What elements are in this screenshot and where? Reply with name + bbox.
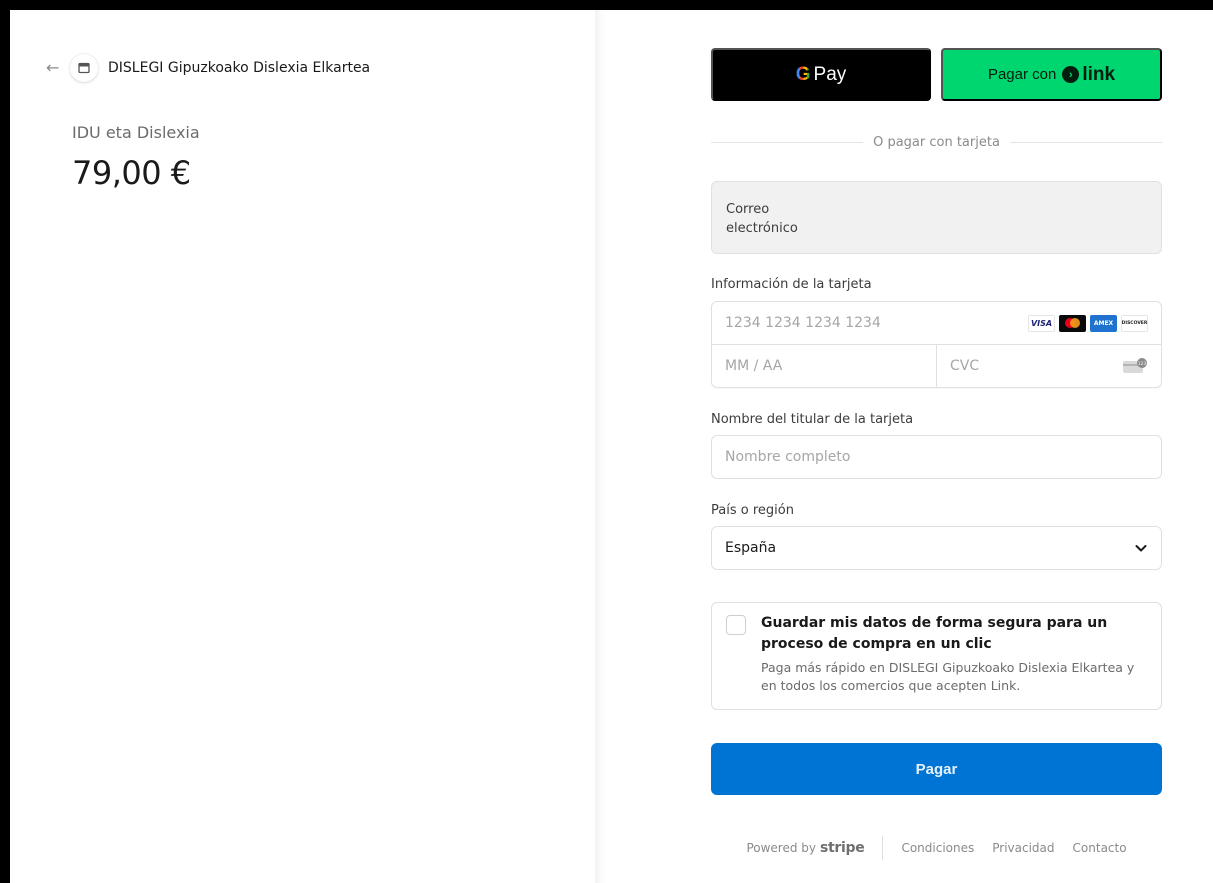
checkout-page: ← DISLEGI Gipuzkoako Dislexia Elkartea I… (10, 10, 1213, 883)
total-amount: 79,00 € (72, 154, 191, 192)
link-button-label: Pagar con (987, 66, 1057, 83)
save-info-title: Guardar mis datos de forma segura para u… (761, 615, 1108, 652)
card-row-expiry-cvc: MM / AA CVC 123 (712, 345, 1161, 387)
merchant-name[interactable]: DISLEGI Gipuzkoako Dislexia Elkartea (108, 60, 370, 76)
save-info-checkbox[interactable] (726, 615, 746, 635)
country-select[interactable]: España (711, 526, 1162, 570)
footer-separator (882, 836, 884, 860)
footer-link-contact[interactable]: Contacto (1073, 841, 1127, 855)
pay-button[interactable]: Pagar (711, 743, 1162, 795)
amex-icon: AMEX (1090, 314, 1117, 332)
card-info-label: Información de la tarjeta (711, 277, 872, 292)
chevron-down-icon (1135, 545, 1147, 552)
svg-text:123: 123 (1138, 361, 1147, 367)
cvc-input[interactable]: CVC 123 (937, 345, 1161, 387)
expiry-placeholder: MM / AA (725, 358, 783, 374)
country-label: País o región (711, 503, 794, 518)
google-pay-button[interactable]: G Pay (711, 48, 931, 101)
gpay-label: Pay (813, 63, 847, 85)
product-name: IDU eta Dislexia (72, 123, 200, 142)
cvc-card-icon: 123 (1123, 358, 1147, 373)
stripe-logo: stripe (820, 840, 865, 856)
email-label: Correo electrónico (726, 202, 798, 236)
discover-icon: DISCOVER (1121, 314, 1148, 332)
powered-by-stripe[interactable]: Powered by stripe (746, 840, 864, 856)
store-icon (70, 54, 98, 82)
cardholder-name-input[interactable]: Nombre completo (711, 435, 1162, 479)
merchant-header[interactable]: ← DISLEGI Gipuzkoako Dislexia Elkartea (46, 54, 370, 82)
save-info-text: Guardar mis datos de forma segura para u… (761, 613, 1147, 699)
divider-line (1009, 142, 1162, 143)
cardholder-label: Nombre del titular de la tarjeta (711, 412, 914, 427)
save-info-description: Paga más rápido en DISLEGI Gipuzkoako Di… (761, 660, 1135, 693)
card-info-group: 1234 1234 1234 1234 VISA AMEX DISCOVER M… (711, 301, 1162, 388)
payment-panel: G Pay Pagar con › link O pagar con tarje… (595, 10, 1213, 883)
cardholder-placeholder: Nombre completo (725, 449, 851, 465)
save-info-box: Guardar mis datos de forma segura para u… (711, 602, 1162, 710)
mastercard-icon (1059, 314, 1086, 332)
email-field[interactable]: Correo electrónico (711, 181, 1162, 254)
expiry-input[interactable]: MM / AA (712, 345, 937, 387)
wallet-buttons: G Pay Pagar con › link (711, 48, 1162, 101)
card-number-placeholder: 1234 1234 1234 1234 (725, 315, 881, 331)
pay-with-card-divider: O pagar con tarjeta (711, 135, 1162, 150)
footer-link-privacy[interactable]: Privacidad (992, 841, 1054, 855)
country-selected-value: España (725, 540, 777, 556)
pay-with-link-button[interactable]: Pagar con › link (941, 48, 1162, 101)
card-number-input[interactable]: 1234 1234 1234 1234 VISA AMEX DISCOVER (712, 302, 1161, 345)
card-brands: VISA AMEX DISCOVER (1028, 314, 1148, 332)
back-arrow-icon[interactable]: ← (46, 60, 64, 76)
divider-text: O pagar con tarjeta (873, 135, 1000, 150)
powered-by-text: Powered by (746, 841, 816, 855)
link-arrow-icon: › (1062, 66, 1080, 83)
google-g-icon: G (795, 63, 811, 85)
cvc-placeholder: CVC (950, 358, 980, 374)
divider-line (711, 142, 864, 143)
visa-icon: VISA (1028, 314, 1055, 332)
order-summary-panel: ← DISLEGI Gipuzkoako Dislexia Elkartea I… (10, 10, 595, 883)
footer: Powered by stripe Condiciones Privacidad… (711, 836, 1162, 860)
footer-link-terms[interactable]: Condiciones (901, 841, 974, 855)
link-brand-text: link (1082, 63, 1116, 85)
link-logo: › link (1062, 64, 1115, 86)
